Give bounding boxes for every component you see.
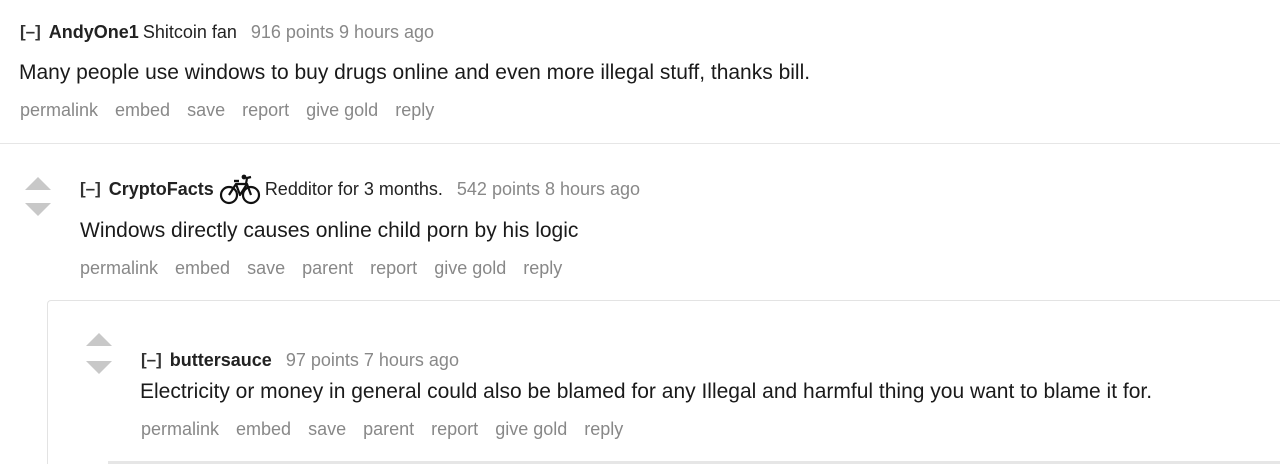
- collapse-toggle[interactable]: [–]: [141, 350, 162, 370]
- author-link[interactable]: AndyOne1: [49, 22, 139, 43]
- bicycle-icon: [219, 173, 261, 205]
- comment-actions: permalink embed save report give gold re…: [20, 100, 451, 121]
- downvote-arrow-icon[interactable]: [86, 361, 112, 374]
- report-link[interactable]: report: [242, 100, 289, 121]
- comment-meta: 542 points 8 hours ago: [456, 178, 641, 199]
- collapse-toggle[interactable]: [–]: [20, 22, 41, 42]
- comment-body: Electricity or money in general could al…: [140, 380, 1153, 403]
- comment-header: [–] buttersauce 97 points 7 hours ago: [141, 345, 459, 375]
- comment-thread: [–] AndyOne1 Shitcoin fan 916 points 9 h…: [0, 0, 1280, 464]
- comment-actions: permalink embed save parent report give …: [141, 419, 640, 440]
- permalink-link[interactable]: permalink: [80, 258, 158, 279]
- parent-link[interactable]: parent: [363, 419, 414, 440]
- comment-body: Many people use windows to buy drugs onl…: [19, 61, 811, 84]
- save-link[interactable]: save: [187, 100, 225, 121]
- comment-meta: 97 points 7 hours ago: [285, 349, 459, 370]
- comment-header: [–] AndyOne1 Shitcoin fan 916 points 9 h…: [20, 17, 434, 47]
- author-link[interactable]: buttersauce: [170, 350, 272, 371]
- reply-link[interactable]: reply: [523, 258, 562, 279]
- comment-body: Windows directly causes online child por…: [80, 219, 579, 242]
- user-flair: Shitcoin fan: [142, 21, 237, 42]
- reply-link[interactable]: reply: [584, 419, 623, 440]
- downvote-arrow-icon[interactable]: [25, 203, 51, 216]
- give-gold-link[interactable]: give gold: [434, 258, 506, 279]
- collapse-toggle[interactable]: [–]: [80, 179, 101, 199]
- upvote-arrow-icon[interactable]: [25, 177, 51, 190]
- give-gold-link[interactable]: give gold: [306, 100, 378, 121]
- report-link[interactable]: report: [431, 419, 478, 440]
- parent-link[interactable]: parent: [302, 258, 353, 279]
- give-gold-link[interactable]: give gold: [495, 419, 567, 440]
- save-link[interactable]: save: [308, 419, 346, 440]
- divider: [0, 143, 1280, 144]
- permalink-link[interactable]: permalink: [141, 419, 219, 440]
- user-flair: Redditor for 3 months.: [264, 178, 443, 199]
- comment-actions: permalink embed save parent report give …: [80, 258, 579, 279]
- upvote-arrow-icon[interactable]: [86, 333, 112, 346]
- report-link[interactable]: report: [370, 258, 417, 279]
- permalink-link[interactable]: permalink: [20, 100, 98, 121]
- embed-link[interactable]: embed: [115, 100, 170, 121]
- comment-header: [–] CryptoFacts Redditor for 3 months. 5…: [80, 173, 641, 205]
- reply-link[interactable]: reply: [395, 100, 434, 121]
- embed-link[interactable]: embed: [175, 258, 230, 279]
- comment-meta: 916 points 9 hours ago: [250, 21, 435, 42]
- embed-link[interactable]: embed: [236, 419, 291, 440]
- author-link[interactable]: CryptoFacts: [109, 179, 214, 200]
- save-link[interactable]: save: [247, 258, 285, 279]
